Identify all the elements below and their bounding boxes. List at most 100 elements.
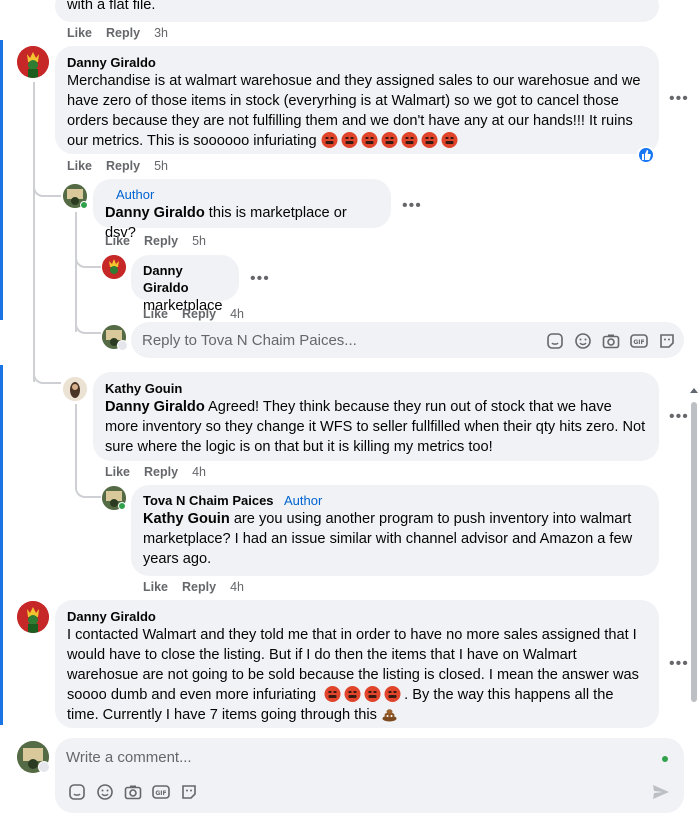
- avatar[interactable]: [63, 377, 87, 401]
- input-status-dot: [662, 756, 668, 762]
- like-link[interactable]: Like: [67, 159, 92, 173]
- emoji-icon[interactable]: [573, 331, 593, 351]
- thread-connector: [75, 252, 101, 268]
- reply-link[interactable]: Reply: [182, 580, 216, 594]
- reply-bubble: Danny Giraldo marketplace: [131, 255, 239, 314]
- comment-actions: Like Reply 5h: [67, 159, 168, 173]
- like-link[interactable]: Like: [143, 580, 168, 594]
- reply-author[interactable]: Danny Giraldo: [143, 262, 227, 296]
- avatar-sticker-icon[interactable]: [179, 782, 199, 802]
- account-switch-chevron-icon[interactable]: [38, 761, 50, 773]
- reply-input-box[interactable]: Reply to Tova N Chaim Paices... GIF: [131, 322, 684, 358]
- thread-connector: [33, 360, 61, 384]
- angry-face-icon: [381, 132, 398, 148]
- scrollbar-track[interactable]: [688, 380, 699, 720]
- sticker-icon[interactable]: [67, 782, 87, 802]
- more-options-icon[interactable]: •••: [402, 197, 422, 215]
- avatar-image: [102, 255, 126, 279]
- reply-text: Kathy Gouin are you using another progra…: [143, 509, 647, 569]
- poop-icon: [382, 709, 397, 722]
- account-switch-chevron-icon[interactable]: [117, 340, 128, 351]
- thread-connector: [75, 484, 101, 498]
- avatar[interactable]: [17, 601, 49, 633]
- angry-face-icon: [384, 686, 401, 702]
- timestamp[interactable]: 5h: [154, 159, 168, 173]
- scroll-up-arrow-icon[interactable]: [690, 388, 698, 393]
- divider: [0, 734, 699, 735]
- thread-line: [33, 82, 35, 382]
- like-link[interactable]: Like: [143, 307, 168, 321]
- reply-actions: Like Reply 4h: [143, 307, 244, 321]
- thread-connector: [33, 172, 61, 197]
- comment-actions: Like Reply 3h: [67, 26, 168, 40]
- comment-text: with a flat file.: [67, 0, 156, 13]
- like-reaction-icon[interactable]: [637, 146, 655, 164]
- comment-input-box[interactable]: Write a comment... GIF: [55, 738, 684, 813]
- reply-link[interactable]: Reply: [106, 26, 140, 40]
- angry-face-icon: [364, 686, 381, 702]
- author-badge: Author: [284, 493, 323, 508]
- avatar[interactable]: [102, 255, 126, 279]
- comment-text: I contacted Walmart and they told me tha…: [67, 625, 647, 725]
- reply-link[interactable]: Reply: [182, 307, 216, 321]
- more-options-icon[interactable]: •••: [669, 408, 689, 426]
- reply-author[interactable]: Kathy Gouin: [105, 380, 647, 397]
- like-link[interactable]: Like: [67, 26, 92, 40]
- window-edge: [0, 365, 3, 725]
- comment-author[interactable]: Danny Giraldo: [67, 608, 647, 625]
- angry-face-icon: [341, 132, 358, 148]
- comment-bubble: Danny Giraldo I contacted Walmart and th…: [55, 600, 659, 728]
- svg-text:GIF: GIF: [155, 790, 166, 797]
- like-link[interactable]: Like: [105, 465, 130, 479]
- angry-face-icon: [421, 132, 438, 148]
- comment-bubble-partial: with a flat file.: [55, 0, 659, 22]
- reply-input[interactable]: Reply to Tova N Chaim Paices...: [142, 332, 357, 349]
- more-options-icon[interactable]: •••: [669, 655, 689, 673]
- emoji-icon[interactable]: [95, 782, 115, 802]
- more-options-icon[interactable]: •••: [250, 270, 270, 288]
- sticker-icon[interactable]: [545, 331, 565, 351]
- thread-connector: [75, 310, 101, 334]
- mention-link[interactable]: Danny Giraldo: [105, 205, 205, 221]
- avatar[interactable]: [17, 46, 49, 78]
- timestamp[interactable]: 3h: [154, 26, 168, 40]
- reply-link[interactable]: Reply: [106, 159, 140, 173]
- angry-face-icon: [324, 686, 341, 702]
- mention-link[interactable]: Danny Giraldo: [105, 399, 205, 415]
- reply-bubble: Author Danny Giraldo this is marketplace…: [93, 179, 391, 241]
- timestamp[interactable]: 5h: [192, 234, 206, 248]
- reply-header: Tova N Chaim Paices Author: [143, 492, 647, 509]
- reply-link[interactable]: Reply: [144, 465, 178, 479]
- angry-face-icon: [441, 132, 458, 148]
- timestamp[interactable]: 4h: [230, 307, 244, 321]
- camera-icon[interactable]: [123, 782, 143, 802]
- avatar-sticker-icon[interactable]: [657, 331, 677, 351]
- reply-actions: Like Reply 4h: [143, 580, 244, 594]
- gif-icon[interactable]: GIF: [151, 782, 171, 802]
- reply-link[interactable]: Reply: [144, 234, 178, 248]
- camera-icon[interactable]: [601, 331, 621, 351]
- author-badge: Author: [116, 187, 155, 202]
- reply-bubble: Tova N Chaim Paices Author Kathy Gouin a…: [131, 485, 659, 576]
- svg-text:GIF: GIF: [633, 339, 644, 346]
- gif-icon[interactable]: GIF: [629, 331, 649, 351]
- avatar-image: [17, 601, 49, 633]
- angry-emoji-row: [321, 132, 461, 149]
- angry-face-icon: [361, 132, 378, 148]
- timestamp[interactable]: 4h: [230, 580, 244, 594]
- comment-input[interactable]: Write a comment...: [66, 749, 192, 766]
- reply-author[interactable]: Tova N Chaim Paices: [143, 493, 274, 508]
- scrollbar-thumb[interactable]: [691, 402, 697, 702]
- mention-link[interactable]: Kathy Gouin: [143, 511, 230, 527]
- comment-bubble: Danny Giraldo Merchandise is at walmart …: [55, 46, 659, 154]
- more-options-icon[interactable]: •••: [669, 90, 689, 108]
- reply-bubble: Kathy Gouin Danny Giraldo Agreed! They t…: [93, 372, 659, 461]
- reply-actions: Like Reply 5h: [105, 234, 206, 248]
- angry-face-icon: [321, 132, 338, 148]
- like-link[interactable]: Like: [105, 234, 130, 248]
- angry-face-icon: [401, 132, 418, 148]
- timestamp[interactable]: 4h: [192, 465, 206, 479]
- send-icon[interactable]: [651, 782, 671, 802]
- comment-author[interactable]: Danny Giraldo: [67, 54, 647, 71]
- comment-text: Merchandise is at walmart warehosue and …: [67, 71, 647, 151]
